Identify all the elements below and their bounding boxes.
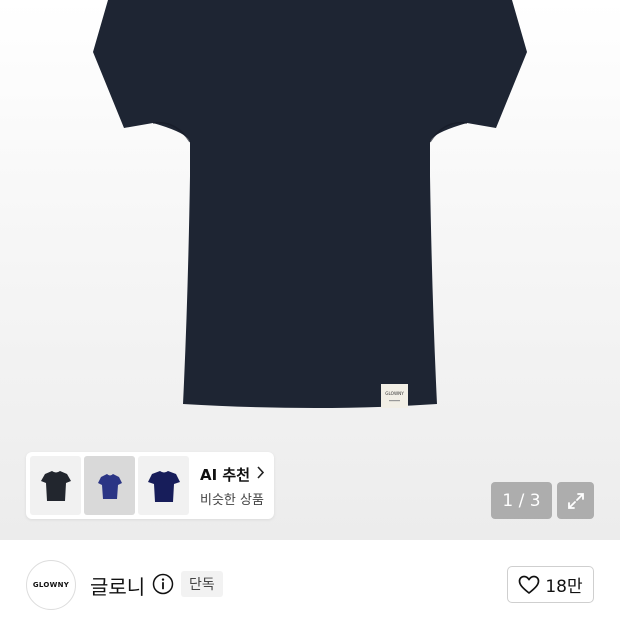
thumb-black-tshirt[interactable] — [30, 456, 81, 515]
product-image-area[interactable]: GLOWNY AI 추천 비슷한 상품 1 / 3 — [0, 0, 620, 540]
ai-recommend-subtitle: 비슷한 상품 — [200, 492, 264, 508]
garment-label-text: GLOWNY — [385, 391, 404, 396]
like-count: 18만 — [545, 577, 583, 597]
like-button[interactable]: 18만 — [507, 566, 594, 603]
brand-name[interactable]: 글로니 — [90, 571, 145, 600]
exclusive-badge: 단독 — [181, 571, 223, 597]
heart-icon — [519, 575, 540, 594]
ai-recommend-card[interactable]: AI 추천 비슷한 상품 — [26, 452, 274, 519]
ai-recommend-title[interactable]: AI 추천 — [200, 464, 265, 485]
chevron-right-icon — [256, 465, 265, 483]
garment-label — [381, 384, 408, 408]
brand-logo-text: GLOWNY — [32, 581, 70, 589]
expand-icon — [567, 492, 584, 509]
ai-recommend-title-text: AI 추천 — [200, 465, 251, 484]
brand-logo[interactable]: GLOWNY — [26, 560, 76, 610]
expand-button[interactable] — [557, 482, 594, 519]
thumb-navy-tshirt[interactable] — [138, 456, 189, 515]
thumb-royal-tshirt[interactable] — [84, 456, 135, 515]
image-counter: 1 / 3 — [491, 482, 552, 519]
info-icon[interactable] — [152, 573, 174, 599]
